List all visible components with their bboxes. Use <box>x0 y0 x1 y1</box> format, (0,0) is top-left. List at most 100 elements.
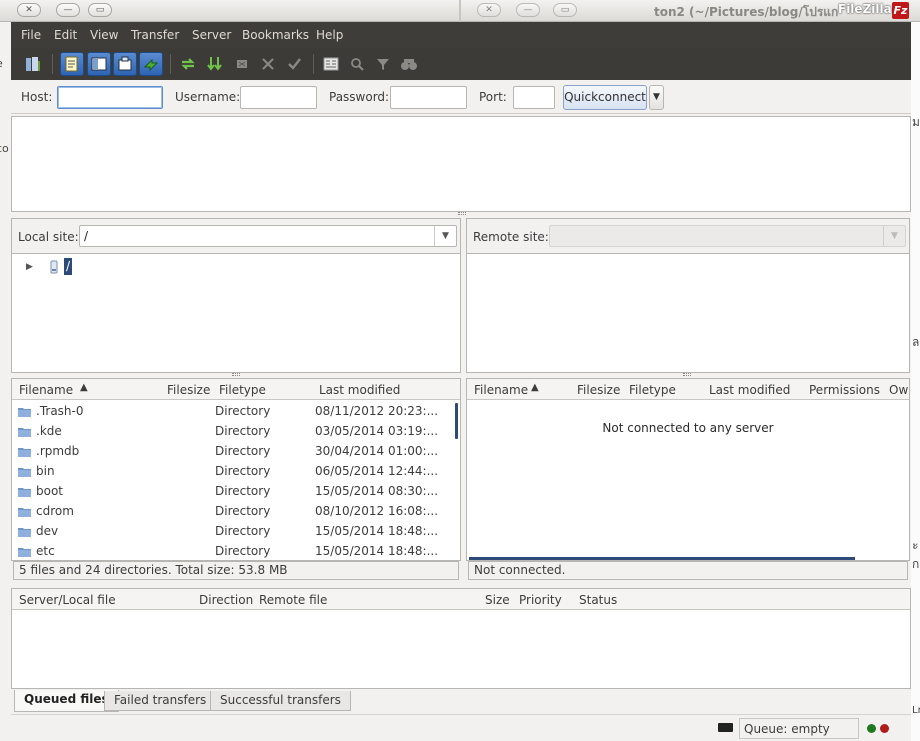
site-manager-button[interactable] <box>21 52 45 76</box>
toggle-local-tree-button[interactable] <box>87 52 111 76</box>
minimize-window-button[interactable]: — <box>56 3 80 17</box>
local-directory-tree[interactable]: ▶ / <box>11 253 461 373</box>
file-modified: 15/05/2014 18:48:... <box>315 524 439 538</box>
column-last-modified[interactable]: Last modified <box>319 383 400 397</box>
column-filesize[interactable]: Filesize <box>577 383 620 397</box>
cancel-operation-button[interactable] <box>230 52 254 76</box>
local-list-scrollbar[interactable] <box>455 403 458 439</box>
tree-root-item[interactable]: / <box>64 258 73 275</box>
port-label: Port: <box>479 90 507 104</box>
remote-site-combo[interactable]: ▼ <box>549 225 906 247</box>
file-type: Directory <box>215 484 271 498</box>
splitter-handle[interactable] <box>458 212 466 215</box>
filter-button[interactable] <box>371 52 395 76</box>
column-filetype[interactable]: Filetype <box>629 383 676 397</box>
maximize-window-button[interactable]: ▭ <box>88 3 112 17</box>
refresh-button[interactable] <box>176 52 200 76</box>
toggle-transfer-queue-button[interactable] <box>139 52 163 76</box>
column-filename[interactable]: Filename <box>474 383 528 397</box>
local-file-list[interactable]: Filename ▲ Filesize Filetype Last modifi… <box>11 378 461 561</box>
menu-edit[interactable]: Edit <box>54 28 77 42</box>
menu-help[interactable]: Help <box>316 28 343 42</box>
remote-site-label: Remote site: <box>473 230 549 244</box>
cancel-operation-icon <box>237 60 247 68</box>
column-filename[interactable]: Filename <box>19 383 73 397</box>
menu-bookmarks[interactable]: Bookmarks <box>242 28 309 42</box>
host-input[interactable] <box>57 86 163 109</box>
sort-ascending-icon: ▲ <box>531 382 539 393</box>
local-site-bar: Local site: / ▼ <box>11 218 461 254</box>
column-size[interactable]: Size <box>485 593 510 607</box>
search-files-button[interactable] <box>397 52 421 76</box>
table-row[interactable]: etc Directory 15/05/2014 18:48:... <box>12 541 460 560</box>
queue-tabs: Queued files Failed transfers Successful… <box>11 690 911 712</box>
transfer-queue[interactable]: Server/Local file Direction Remote file … <box>11 588 911 689</box>
background-maximize-button[interactable]: ▭ <box>553 3 577 17</box>
menu-view[interactable]: View <box>90 28 118 42</box>
maximize-icon: ▭ <box>95 5 105 15</box>
splitter-handle[interactable] <box>683 373 691 376</box>
directory-comparison-button[interactable] <box>319 52 343 76</box>
table-row[interactable]: bin Directory 06/05/2014 12:44:... <box>12 461 460 481</box>
process-queue-button[interactable] <box>203 52 227 76</box>
toolbar-separator <box>313 54 314 74</box>
column-filesize[interactable]: Filesize <box>167 383 210 397</box>
background-minimize-button[interactable]: — <box>516 3 540 17</box>
close-window-button[interactable]: ✕ <box>17 3 41 17</box>
file-type: Directory <box>215 444 271 458</box>
column-priority[interactable]: Priority <box>519 593 562 607</box>
menu-server[interactable]: Server <box>192 28 231 42</box>
column-direction[interactable]: Direction <box>199 593 253 607</box>
menu-transfer[interactable]: Transfer <box>131 28 179 42</box>
refresh-icon <box>181 58 195 70</box>
toolbar <box>11 48 911 80</box>
table-row[interactable]: boot Directory 15/05/2014 08:30:... <box>12 481 460 501</box>
chevron-down-icon[interactable]: ▼ <box>883 226 905 246</box>
menu-file[interactable]: File <box>21 28 41 42</box>
remote-list-scrollbar[interactable] <box>469 557 855 560</box>
column-status[interactable]: Status <box>579 593 617 607</box>
local-site-combo[interactable]: / ▼ <box>79 225 457 247</box>
background-window-right: ม ล ะ ก Lr <box>910 22 920 741</box>
column-server-local-file[interactable]: Server/Local file <box>19 593 116 607</box>
table-row[interactable]: .Trash-0 Directory 08/11/2012 20:23:... <box>12 401 460 421</box>
column-owner[interactable]: Own <box>889 383 909 397</box>
remote-file-list[interactable]: Filename ▲ Filesize Filetype Last modifi… <box>466 378 910 561</box>
disconnect-button[interactable] <box>256 52 280 76</box>
disconnect-icon <box>262 58 274 70</box>
column-last-modified[interactable]: Last modified <box>709 383 790 397</box>
port-input[interactable] <box>513 86 555 109</box>
expand-arrow-icon[interactable]: ▶ <box>26 262 33 272</box>
tab-queued-files[interactable]: Queued files <box>14 690 119 712</box>
table-row[interactable]: .kde Directory 03/05/2014 03:19:... <box>12 421 460 441</box>
background-close-button[interactable]: ✕ <box>477 3 501 17</box>
chevron-down-icon[interactable]: ▼ <box>434 226 456 246</box>
quickconnect-button[interactable]: Quickconnect <box>563 85 647 110</box>
splitter-handle[interactable] <box>232 373 240 376</box>
column-filetype[interactable]: Filetype <box>219 383 266 397</box>
reconnect-button[interactable] <box>282 52 306 76</box>
synchronized-browsing-button[interactable] <box>345 52 369 76</box>
toggle-remote-tree-button[interactable] <box>113 52 137 76</box>
column-remote-file[interactable]: Remote file <box>259 593 327 607</box>
column-permissions[interactable]: Permissions <box>809 383 880 397</box>
tab-successful-transfers[interactable]: Successful transfers <box>210 691 351 711</box>
remote-site-bar: Remote site: ▼ <box>466 218 910 254</box>
table-row[interactable]: dev Directory 15/05/2014 18:48:... <box>12 521 460 541</box>
file-type: Directory <box>215 404 271 418</box>
file-modified: 08/11/2012 20:23:... <box>315 404 439 418</box>
background-text: ล <box>912 335 920 349</box>
table-row[interactable]: cdrom Directory 08/10/2012 16:08:... <box>12 501 460 521</box>
quickconnect-history-button[interactable]: ▼ <box>649 85 664 110</box>
remote-directory-tree[interactable] <box>466 253 910 373</box>
message-log[interactable] <box>11 116 911 212</box>
toggle-message-log-button[interactable] <box>60 52 84 76</box>
site-manager-icon <box>26 57 40 71</box>
folder-icon <box>18 428 31 437</box>
file-name: dev <box>36 524 59 538</box>
table-row[interactable]: .rpmdb Directory 30/04/2014 01:00:... <box>12 441 460 461</box>
speed-limit-icon[interactable] <box>718 723 733 732</box>
password-input[interactable] <box>390 86 467 109</box>
username-input[interactable] <box>240 86 317 109</box>
tab-failed-transfers[interactable]: Failed transfers <box>104 691 217 711</box>
